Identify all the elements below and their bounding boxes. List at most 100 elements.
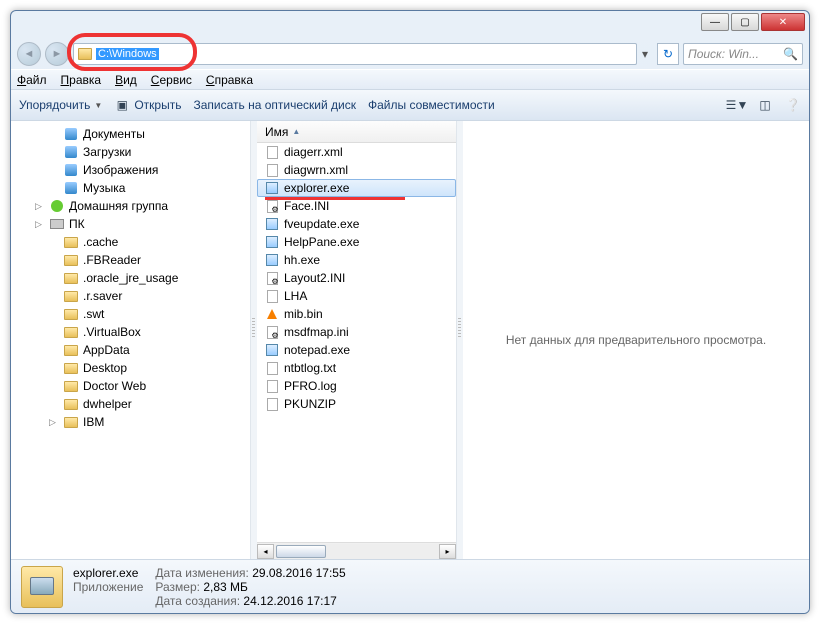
explorer-window: — ▢ ✕ ◄ ► C:\Windows ▾ ↻ Поиск: Win... 🔍… [10,10,810,614]
file-row[interactable]: ntbtlog.txt [257,359,456,377]
file-row[interactable]: HelpPane.exe [257,233,456,251]
tree-item[interactable]: Desktop [11,359,250,377]
tree-item[interactable]: dwhelper [11,395,250,413]
details-mod-label: Дата изменения: [155,566,249,580]
tree-item[interactable]: Загрузки [11,143,250,161]
tree-label: Загрузки [83,145,131,159]
details-size-label: Размер: [155,580,200,594]
tree-item[interactable]: .cache [11,233,250,251]
tree-item[interactable]: .swt [11,305,250,323]
expand-arrow-icon[interactable]: ▷ [35,219,45,230]
menu-help[interactable]: Справка [206,73,253,87]
maximize-button[interactable]: ▢ [731,13,759,31]
tree-label: IBM [83,415,104,429]
tree-item[interactable]: Документы [11,125,250,143]
folder-icon [63,325,79,339]
ini-icon [265,271,279,285]
scroll-thumb[interactable] [276,545,326,558]
file-name: PFRO.log [284,379,337,393]
tree-label: .r.saver [83,289,122,303]
expand-arrow-icon[interactable]: ▷ [35,201,45,212]
file-row[interactable]: PFRO.log [257,377,456,395]
search-input[interactable]: Поиск: Win... 🔍 [683,43,803,65]
back-button[interactable]: ◄ [17,42,41,66]
file-row[interactable]: mib.bin [257,305,456,323]
preview-pane-icon[interactable]: ◫ [757,97,773,113]
file-icon [265,361,279,375]
file-icon [265,163,279,177]
tree-item[interactable]: .r.saver [11,287,250,305]
minimize-button[interactable]: — [701,13,729,31]
tree-label: .cache [83,235,118,249]
folder-icon [63,271,79,285]
tree-item[interactable]: Doctor Web [11,377,250,395]
file-row[interactable]: msdfmap.ini [257,323,456,341]
exe-icon [265,217,279,231]
view-icon[interactable]: ☰▼ [729,97,745,113]
tree-item[interactable]: Музыка [11,179,250,197]
details-filename: explorer.exe [73,566,143,580]
menu-view[interactable]: Вид [115,73,137,87]
file-row[interactable]: hh.exe [257,251,456,269]
tree-item[interactable]: ▷ IBM [11,413,250,431]
column-header-name[interactable]: Имя ▲ [257,121,456,143]
compat-button[interactable]: Файлы совместимости [368,98,495,112]
splitter-right[interactable] [457,121,463,559]
expand-arrow-icon[interactable]: ▷ [49,417,59,428]
exe-icon [265,253,279,267]
forward-button[interactable]: ► [45,42,69,66]
vlc-icon [265,307,279,321]
file-row[interactable]: Layout2.INI [257,269,456,287]
tree-item[interactable]: .FBReader [11,251,250,269]
content-area: Документы Загрузки ИзображенияМузыка▷Домаш… [11,121,809,559]
file-type-icon [21,566,63,608]
file-list-body[interactable]: diagerr.xmldiagwrn.xmlexplorer.exeFace.I… [257,143,456,542]
tree-item[interactable]: Изображения [11,161,250,179]
file-row[interactable]: diagwrn.xml [257,161,456,179]
chevron-down-icon: ▼ [94,101,102,110]
organize-button[interactable]: Упорядочить▼ [19,98,102,112]
file-name: explorer.exe [284,181,349,195]
tree-item[interactable]: .oracle_jre_usage [11,269,250,287]
address-path[interactable]: C:\Windows [96,48,159,60]
address-bar[interactable]: C:\Windows [73,43,637,65]
scroll-right-button[interactable]: ▸ [439,544,456,559]
tree-label: .swt [83,307,104,321]
file-row[interactable]: diagerr.xml [257,143,456,161]
scroll-left-button[interactable]: ◂ [257,544,274,559]
address-dropdown[interactable]: ▾ [637,47,653,61]
file-name: msdfmap.ini [284,325,349,339]
tree-item[interactable]: AppData [11,341,250,359]
nav-tree[interactable]: Документы Загрузки ИзображенияМузыка▷Домаш… [11,121,251,559]
file-name: LHA [284,289,307,303]
open-icon: ▣ [114,97,130,113]
tree-item[interactable]: ▷Домашняя группа [11,197,250,215]
refresh-button[interactable]: ↻ [657,43,679,65]
tree-item[interactable]: .VirtualBox [11,323,250,341]
horizontal-scrollbar[interactable]: ◂ ▸ [257,542,456,559]
file-row[interactable]: fveupdate.exe [257,215,456,233]
menu-tools[interactable]: Сервис [151,73,192,87]
exe-icon [265,343,279,357]
file-row[interactable]: notepad.exe [257,341,456,359]
tree-label: AppData [83,343,130,357]
file-name: notepad.exe [284,343,350,357]
close-button[interactable]: ✕ [761,13,805,31]
tree-item[interactable]: ▷ПК [11,215,250,233]
file-row[interactable]: LHA [257,287,456,305]
folder-icon [63,397,79,411]
tree-label: Desktop [83,361,127,375]
file-row[interactable]: PKUNZIP [257,395,456,413]
file-name: mib.bin [284,307,323,321]
folder-icon [63,235,79,249]
details-size-value: 2,83 МБ [203,580,248,594]
file-row[interactable]: explorer.exe [257,179,456,197]
folder-icon [63,415,79,429]
menu-edit[interactable]: Правка [61,73,102,87]
details-created-label: Дата создания: [155,594,240,608]
menu-file[interactable]: Файл [17,73,47,87]
burn-button[interactable]: Записать на оптический диск [193,98,356,112]
open-button[interactable]: ▣ Открыть [114,97,181,113]
help-icon[interactable]: ❔ [785,97,801,113]
details-created-value: 24.12.2016 17:17 [243,594,336,608]
